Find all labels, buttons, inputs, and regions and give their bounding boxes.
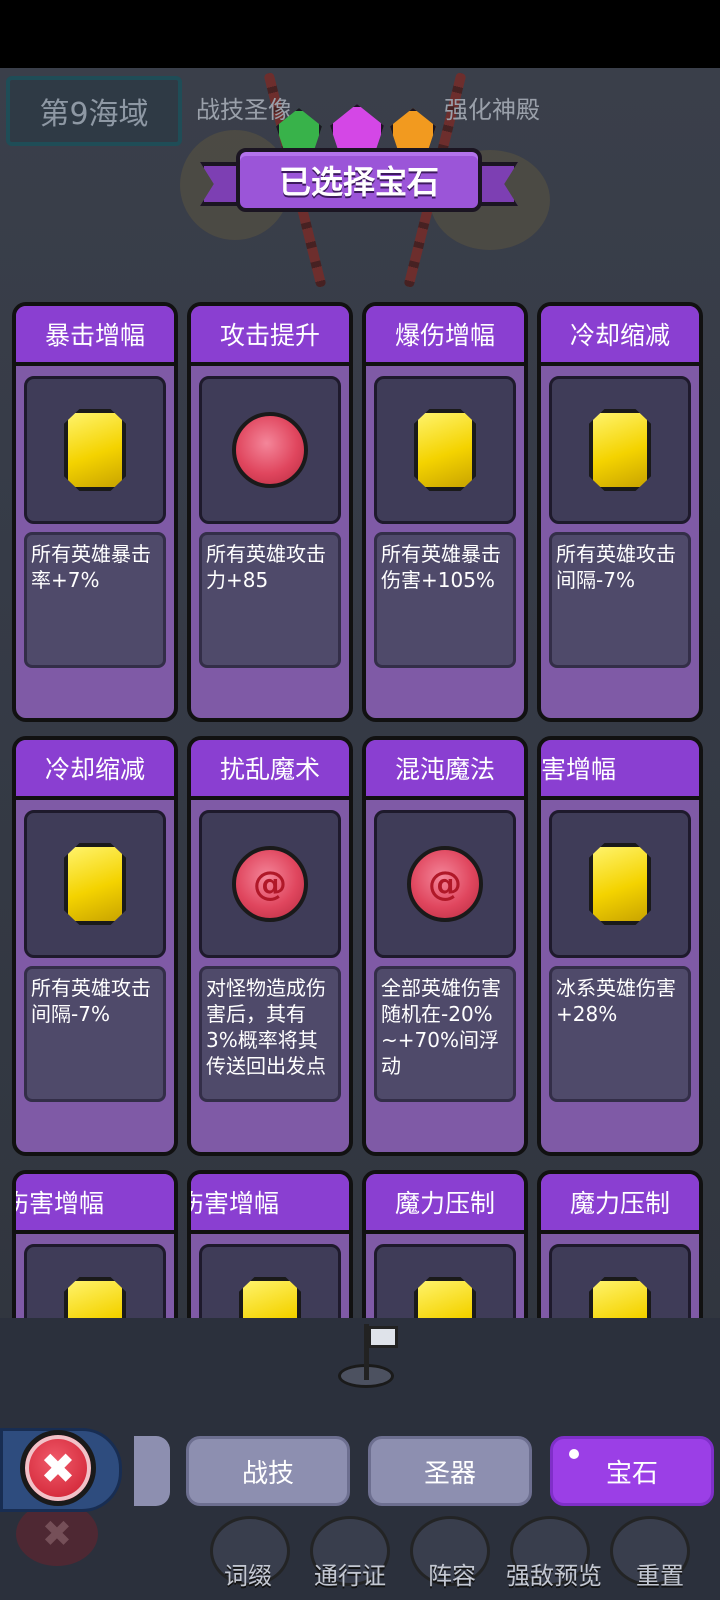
gem-card-title: 冷却缩减 bbox=[541, 306, 699, 366]
gem-card[interactable]: 冷却缩减 所有英雄攻击间隔-7% bbox=[12, 736, 178, 1156]
gem-card-title: 冷却缩减 bbox=[16, 740, 174, 800]
tab-gems[interactable]: 宝石 bbox=[550, 1436, 714, 1506]
flag-cloth bbox=[368, 1326, 398, 1348]
gem-slot bbox=[24, 810, 166, 958]
gem-card[interactable]: 魔力压制 bbox=[362, 1170, 528, 1318]
gem-card-title: 暴击增幅 bbox=[16, 306, 174, 366]
gem-slot: @ bbox=[374, 810, 516, 958]
yellow-gem-icon bbox=[589, 409, 651, 491]
yellow-gem-icon bbox=[239, 1277, 301, 1318]
yellow-gem-icon bbox=[64, 409, 126, 491]
tab-combat-skills-label: 战技 bbox=[241, 1458, 294, 1489]
gem-slot bbox=[199, 376, 341, 524]
gem-slot bbox=[199, 1244, 341, 1318]
gem-card-title: 伤害增幅 bbox=[191, 1174, 349, 1234]
tab-artifacts[interactable]: 圣器 bbox=[368, 1436, 532, 1506]
gem-slot bbox=[549, 810, 691, 958]
gem-card-description: 所有英雄攻击间隔-7% bbox=[24, 966, 166, 1102]
gem-slot bbox=[549, 1244, 691, 1318]
yellow-gem-icon bbox=[64, 1277, 126, 1318]
swirl-gem-icon: @ bbox=[407, 846, 483, 922]
menu-lineup-label[interactable]: 阵容 bbox=[428, 1556, 476, 1591]
gem-card[interactable]: 冷却缩减 所有英雄攻击间隔-7% bbox=[537, 302, 703, 722]
gem-card-title: 害增幅 bbox=[541, 740, 699, 800]
gem-card-title: 扰乱魔术 bbox=[191, 740, 349, 800]
gem-card[interactable]: 魔力压制 bbox=[537, 1170, 703, 1318]
gem-card-title: 爆伤增幅 bbox=[366, 306, 524, 366]
banner-title: 已选择宝石 bbox=[236, 148, 482, 212]
menu-affix-label[interactable]: 词缀 bbox=[224, 1556, 272, 1591]
yellow-gem-icon bbox=[589, 1277, 651, 1318]
gem-card-grid[interactable]: 暴击增幅 所有英雄暴击率+7% 攻击提升 所有英雄攻击力+85 爆伤增幅 所有英… bbox=[0, 300, 720, 1318]
gem-card[interactable]: 爆伤增幅 所有英雄暴击伤害+105% bbox=[362, 302, 528, 722]
tab-combat-skills[interactable]: 战技 bbox=[186, 1436, 350, 1506]
menu-enemy-preview-label[interactable]: 强敌预览 bbox=[506, 1556, 602, 1591]
tab-gems-label: 宝石 bbox=[605, 1458, 658, 1489]
gem-card-title: 攻击提升 bbox=[191, 306, 349, 366]
gem-card-description: 冰系英雄伤害+28% bbox=[549, 966, 691, 1102]
gem-slot bbox=[24, 1244, 166, 1318]
tab-artifacts-label: 圣器 bbox=[423, 1458, 476, 1489]
gem-card[interactable]: 混沌魔法 @ 全部英雄伤害随机在-20%~+70%间浮动 bbox=[362, 736, 528, 1156]
gem-slot bbox=[549, 376, 691, 524]
combat-statue-label: 战技圣像 bbox=[196, 96, 292, 124]
yellow-gem-icon bbox=[589, 843, 651, 925]
gem-card[interactable]: 伤害增幅 bbox=[187, 1170, 353, 1318]
yellow-gem-icon bbox=[414, 409, 476, 491]
flag-icon bbox=[336, 1320, 398, 1390]
red-gem-icon bbox=[232, 412, 308, 488]
gem-card-description: 对怪物造成伤害后，其有3%概率将其传送回出发点 bbox=[199, 966, 341, 1102]
tab-partial[interactable] bbox=[134, 1436, 170, 1506]
gem-slot bbox=[374, 1244, 516, 1318]
gem-slot: @ bbox=[199, 810, 341, 958]
menu-pass-label[interactable]: 通行证 bbox=[314, 1556, 386, 1591]
gem-card-description: 所有英雄攻击力+85 bbox=[199, 532, 341, 668]
gem-card-title: 魔力压制 bbox=[541, 1174, 699, 1234]
gem-card[interactable]: 扰乱魔术 @ 对怪物造成伤害后，其有3%概率将其传送回出发点 bbox=[187, 736, 353, 1156]
yellow-gem-icon bbox=[64, 843, 126, 925]
gem-card[interactable]: 害增幅 冰系英雄伤害+28% bbox=[537, 736, 703, 1156]
enhance-temple-label: 强化神殿 bbox=[444, 96, 540, 124]
active-dot-icon bbox=[569, 1449, 579, 1459]
gem-card-description: 所有英雄攻击间隔-7% bbox=[549, 532, 691, 668]
gem-slot bbox=[24, 376, 166, 524]
gem-card[interactable]: 攻击提升 所有英雄攻击力+85 bbox=[187, 302, 353, 722]
gem-card-description: 所有英雄暴击率+7% bbox=[24, 532, 166, 668]
status-bar bbox=[0, 0, 720, 68]
gem-card-title: 混沌魔法 bbox=[366, 740, 524, 800]
gem-card-title: 魔力压制 bbox=[366, 1174, 524, 1234]
gem-card-description: 所有英雄暴击伤害+105% bbox=[374, 532, 516, 668]
menu-reset-label[interactable]: 重置 bbox=[636, 1556, 684, 1591]
gem-slot bbox=[374, 376, 516, 524]
sea-area-label: 第9海域 bbox=[6, 76, 182, 146]
gem-card-description: 全部英雄伤害随机在-20%~+70%间浮动 bbox=[374, 966, 516, 1102]
gem-card-title: 伤害增幅 bbox=[16, 1174, 174, 1234]
selected-gems-banner: 已选择宝石 bbox=[200, 148, 518, 214]
gem-card[interactable]: 暴击增幅 所有英雄暴击率+7% bbox=[12, 302, 178, 722]
close-button[interactable]: ✖ bbox=[20, 1430, 96, 1506]
swirl-gem-icon: @ bbox=[232, 846, 308, 922]
yellow-gem-icon bbox=[414, 1277, 476, 1318]
gem-card[interactable]: 伤害增幅 bbox=[12, 1170, 178, 1318]
